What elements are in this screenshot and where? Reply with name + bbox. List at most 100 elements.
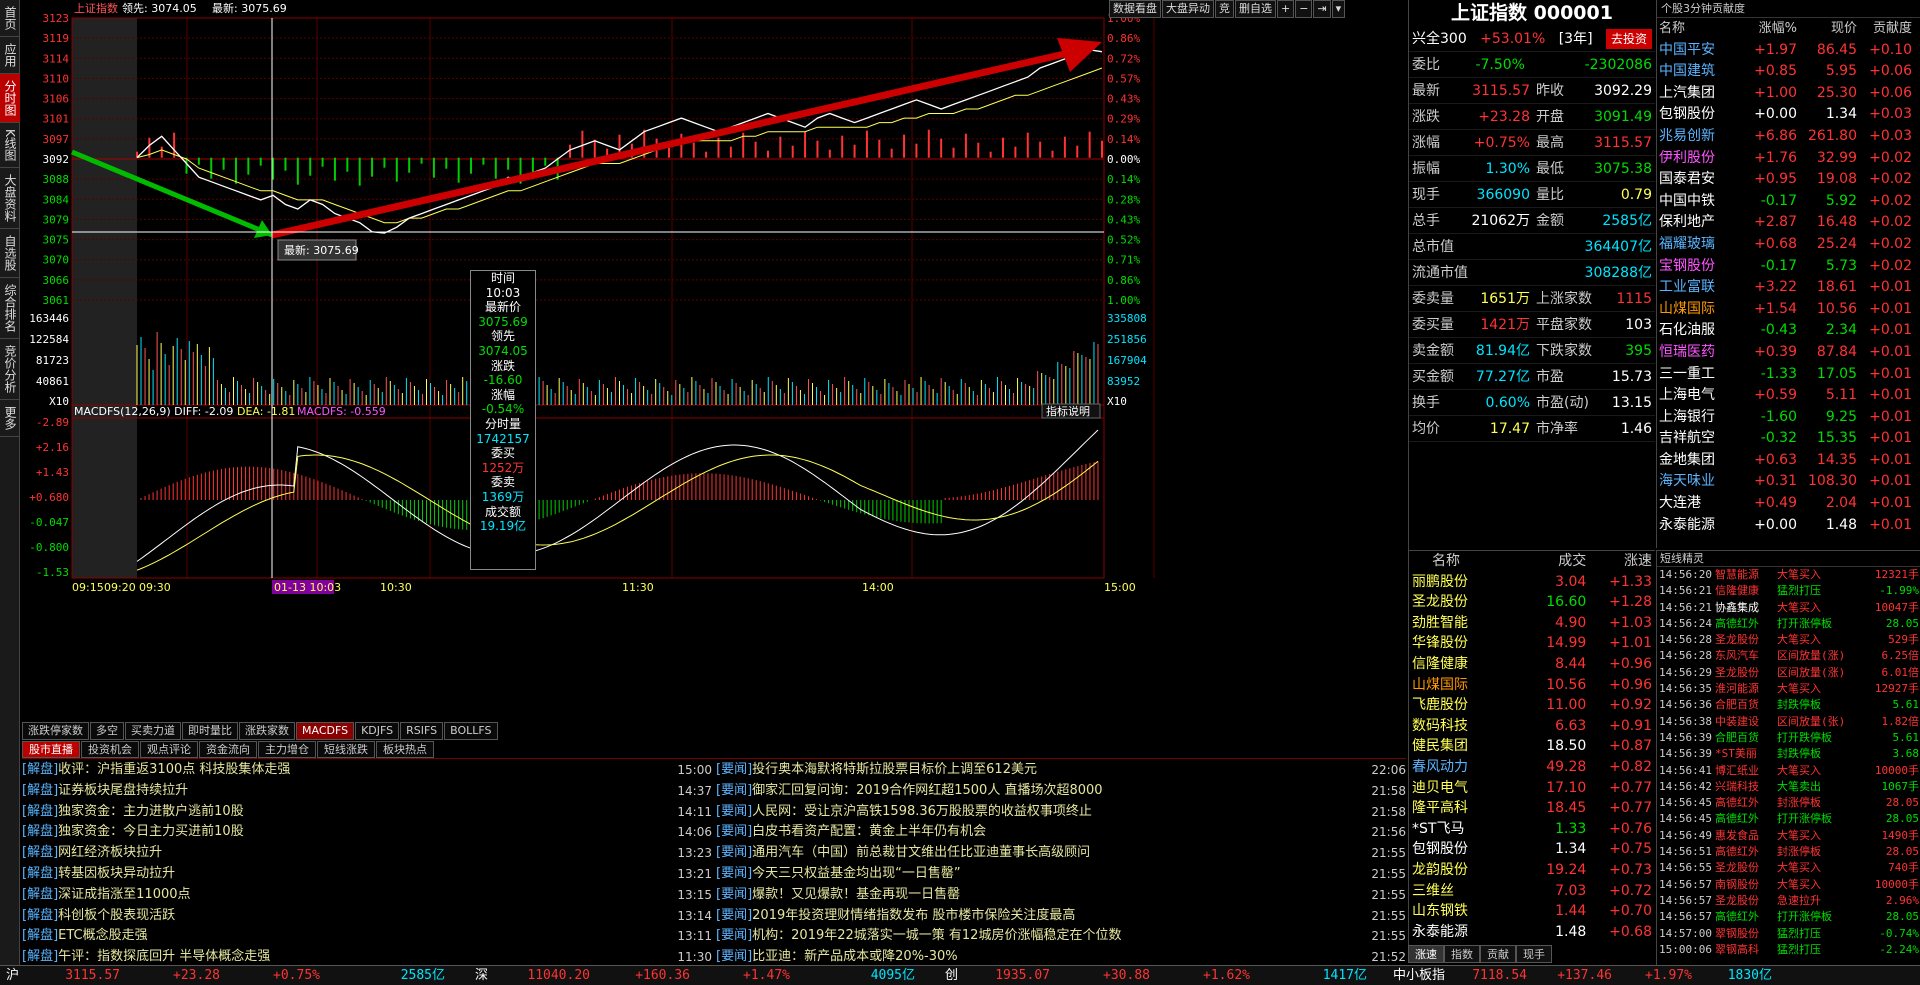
col-volume[interactable]: 成交 xyxy=(1522,551,1586,572)
sprite-row[interactable]: 14:56:35 淮河能源 大笔买入 12927手 xyxy=(1657,681,1920,697)
nav-item[interactable]: 综合排名 xyxy=(0,278,20,339)
indicator-tab[interactable]: 即时量比 xyxy=(182,722,238,740)
news-title[interactable]: 午评：指数探底回升 半导体概念走强 xyxy=(58,949,270,964)
speed-row[interactable]: 圣龙股份 16.60 +1.28 xyxy=(1409,592,1655,613)
news-item[interactable]: [要闻]爆款！又见爆款！基金再现一日售罄 21:55 xyxy=(716,885,1406,906)
news-item[interactable]: [要闻]机构：2019年22城落实一城一策 有12城房价涨幅稳定在个位数 21:5… xyxy=(716,926,1406,947)
news-tab[interactable]: 主力增仓 xyxy=(258,741,316,758)
contribution-row[interactable]: 工业富联 +3.22 18.61 +0.01 xyxy=(1657,277,1920,299)
contribution-row[interactable]: 永泰能源 +0.00 1.48 +0.01 xyxy=(1657,515,1920,537)
nav-item[interactable]: 应用 xyxy=(0,37,20,74)
news-item[interactable]: [解盘]午评：指数探底回升 半导体概念走强 11:30 xyxy=(22,947,712,965)
col-price[interactable]: 现价 xyxy=(1797,18,1857,40)
news-item[interactable]: [解盘]证券板块尾盘持续拉升 14:37 xyxy=(22,781,712,802)
speed-tab[interactable]: 指数 xyxy=(1444,945,1480,963)
contribution-row[interactable]: 中国中铁 -0.17 5.92 +0.02 xyxy=(1657,191,1920,213)
indicator-tab[interactable]: 涨跌停家数 xyxy=(22,722,89,740)
news-title[interactable]: 御家汇回复问询：2019合作网红超1500人 直播场次超8000 xyxy=(752,783,1102,798)
news-item[interactable]: [要闻]人民网：受让京沪高铁1598.36万股股票的收益权事项终止 21:58 xyxy=(716,802,1406,823)
contribution-row[interactable]: 包钢股份 +0.00 1.34 +0.03 xyxy=(1657,104,1920,126)
sprite-row[interactable]: 14:56:28 东风汽车 区间放量(涨) 6.25倍 xyxy=(1657,648,1920,664)
sprite-row[interactable]: 14:56:29 圣龙股份 区间放量(涨) 6.01倍 xyxy=(1657,665,1920,681)
speed-row[interactable]: 迪贝电气 17.10 +0.77 xyxy=(1409,778,1655,799)
indicator-tab[interactable]: 多空 xyxy=(90,722,124,740)
news-tab[interactable]: 板块热点 xyxy=(376,741,434,758)
col-pct[interactable]: 涨幅% xyxy=(1737,18,1797,40)
speed-row[interactable]: 劲胜智能 4.90 +1.03 xyxy=(1409,613,1655,634)
news-title[interactable]: ETC概念股走强 xyxy=(58,928,147,943)
speed-row[interactable]: 山煤国际 10.56 +0.96 xyxy=(1409,675,1655,696)
speed-row[interactable]: 包钢股份 1.34 +0.75 xyxy=(1409,839,1655,860)
news-item[interactable]: [解盘]独家资金：今日主力买进前10股 14:06 xyxy=(22,822,712,843)
jump-end-icon[interactable]: ⇥ xyxy=(1313,0,1331,18)
news-item[interactable]: [解盘]转基因板块异动拉升 13:21 xyxy=(22,864,712,885)
contribution-row[interactable]: 伊利股份 +1.76 32.99 +0.02 xyxy=(1657,148,1920,170)
col-speed[interactable]: 涨速 xyxy=(1586,551,1652,572)
nav-item[interactable]: K线图 xyxy=(0,123,20,168)
indicator-tab[interactable]: BOLLFS xyxy=(444,722,498,740)
speed-row[interactable]: 丽鹏股份 3.04 +1.33 xyxy=(1409,572,1655,593)
sprite-row[interactable]: 14:56:57 高德红外 打开涨停板 28.05 xyxy=(1657,909,1920,925)
sprite-row[interactable]: 14:56:20 智慧能源 大笔买入 12321手 xyxy=(1657,567,1920,583)
sprite-row[interactable]: 14:56:45 高德红外 封涨停板 28.05 xyxy=(1657,795,1920,811)
sprite-row[interactable]: 14:56:38 中装建设 区间放量(张) 1.82倍 xyxy=(1657,714,1920,730)
sprite-row[interactable]: 15:00:06 翠钢高科 猛烈打压 -2.24% xyxy=(1657,942,1920,958)
news-title[interactable]: 2019年投资理财情绪指数发布 股市楼市保险关注度最高 xyxy=(752,908,1075,923)
news-tab[interactable]: 资金流向 xyxy=(199,741,257,758)
contribution-row[interactable]: 福耀玻璃 +0.68 25.24 +0.02 xyxy=(1657,234,1920,256)
market-move-button[interactable]: 大盘异动 xyxy=(1162,0,1214,18)
sprite-row[interactable]: 14:56:21 信隆健康 猛烈打压 -1.99% xyxy=(1657,583,1920,599)
news-title[interactable]: 今天三只权益基金均出现“一日售罄” xyxy=(752,866,960,881)
zoom-out-icon[interactable]: − xyxy=(1295,0,1313,18)
contribution-row[interactable]: 石化油服 -0.43 2.34 +0.01 xyxy=(1657,320,1920,342)
col-contrib[interactable]: 贡献度 xyxy=(1857,18,1912,40)
speed-row[interactable]: 飞鹿股份 11.00 +0.92 xyxy=(1409,695,1655,716)
news-tab[interactable]: 短线涨跌 xyxy=(317,741,375,758)
data-view-button[interactable]: 数据看盘 xyxy=(1109,0,1161,18)
col-name[interactable]: 名称 xyxy=(1412,551,1522,572)
speed-tab[interactable]: 贡献 xyxy=(1480,945,1516,963)
news-title[interactable]: 科创板个股表现活跃 xyxy=(58,908,175,923)
sprite-row[interactable]: 14:56:21 协鑫集成 大笔买入 10047手 xyxy=(1657,600,1920,616)
contribution-row[interactable]: 上汽集团 +1.00 25.30 +0.06 xyxy=(1657,83,1920,105)
contribution-row[interactable]: 大连港 +0.49 2.04 +0.01 xyxy=(1657,493,1920,515)
news-item[interactable]: [要闻]通用汽车（中国）前总裁甘文维出任比亚迪董事长高级顾问 21:55 xyxy=(716,843,1406,864)
news-item[interactable]: [解盘]收评：沪指重返3100点 科技股集体走强 15:00 xyxy=(22,760,712,781)
news-title[interactable]: 转基因板块异动拉升 xyxy=(58,866,175,881)
sprite-row[interactable]: 14:56:28 圣龙股份 大笔买入 529手 xyxy=(1657,632,1920,648)
sprite-row[interactable]: 14:56:49 惠发食品 大笔买入 1490手 xyxy=(1657,828,1920,844)
news-item[interactable]: [解盘]网红经济板块拉升 13:23 xyxy=(22,843,712,864)
news-title[interactable]: 比亚迪：新产品成本或降20%-30% xyxy=(752,949,957,964)
contribution-row[interactable]: 金地集团 +0.63 14.35 +0.01 xyxy=(1657,450,1920,472)
invest-button[interactable]: 去投资 xyxy=(1605,29,1652,49)
news-item[interactable]: [要闻]比亚迪：新产品成本或降20%-30% 21:52 xyxy=(716,947,1406,965)
speed-row[interactable]: 华锋股份 14.99 +1.01 xyxy=(1409,633,1655,654)
col-name[interactable]: 名称 xyxy=(1657,18,1737,40)
indicator-tab[interactable]: RSIFS xyxy=(400,722,444,740)
news-tab[interactable]: 投资机会 xyxy=(81,741,139,758)
news-title[interactable]: 独家资金：今日主力买进前10股 xyxy=(58,824,244,839)
speed-row[interactable]: 健民集团 18.50 +0.87 xyxy=(1409,736,1655,757)
news-item[interactable]: [要闻]投行奥本海默将特斯拉股票目标价上调至612美元 22:06 xyxy=(716,760,1406,781)
indicator-tab[interactable]: MACDFS xyxy=(296,722,355,740)
nav-item[interactable]: 自选股 xyxy=(0,229,20,278)
indicator-tab[interactable]: KDJFS xyxy=(355,722,400,740)
speed-tab[interactable]: 现手 xyxy=(1516,945,1552,963)
news-title[interactable]: 网红经济板块拉升 xyxy=(58,845,162,860)
sprite-row[interactable]: 14:56:51 高德红外 封涨停板 28.05 xyxy=(1657,844,1920,860)
contribution-row[interactable]: 兆易创新 +6.86 261.80 +0.03 xyxy=(1657,126,1920,148)
contribution-row[interactable]: 上海银行 -1.60 9.25 +0.01 xyxy=(1657,407,1920,429)
contribution-row[interactable]: 山煤国际 +1.54 10.56 +0.01 xyxy=(1657,299,1920,321)
sprite-row[interactable]: 14:56:41 博汇纸业 大笔买入 10000手 xyxy=(1657,763,1920,779)
sprite-row[interactable]: 14:56:57 南钢股份 大笔买入 10000手 xyxy=(1657,877,1920,893)
contribution-row[interactable]: 三一重工 -1.33 17.05 +0.01 xyxy=(1657,364,1920,386)
sprite-row[interactable]: 14:56:55 圣龙股份 大笔买入 740手 xyxy=(1657,860,1920,876)
contribution-row[interactable]: 恒瑞医药 +0.39 87.84 +0.01 xyxy=(1657,342,1920,364)
news-title[interactable]: 人民网：受让京沪高铁1598.36万股股票的收益权事项终止 xyxy=(752,804,1092,819)
news-title[interactable]: 通用汽车（中国）前总裁甘文维出任比亚迪董事长高级顾问 xyxy=(752,845,1090,860)
speed-row[interactable]: 信隆健康 8.44 +0.96 xyxy=(1409,654,1655,675)
news-title[interactable]: 白皮书看资产配置：黄金上半年仍有机会 xyxy=(752,824,986,839)
news-item[interactable]: [解盘]ETC概念股走强 13:11 xyxy=(22,926,712,947)
contribution-row[interactable]: 海天味业 +0.31 108.30 +0.01 xyxy=(1657,471,1920,493)
news-title[interactable]: 机构：2019年22城落实一城一策 有12城房价涨幅稳定在个位数 xyxy=(752,928,1121,943)
